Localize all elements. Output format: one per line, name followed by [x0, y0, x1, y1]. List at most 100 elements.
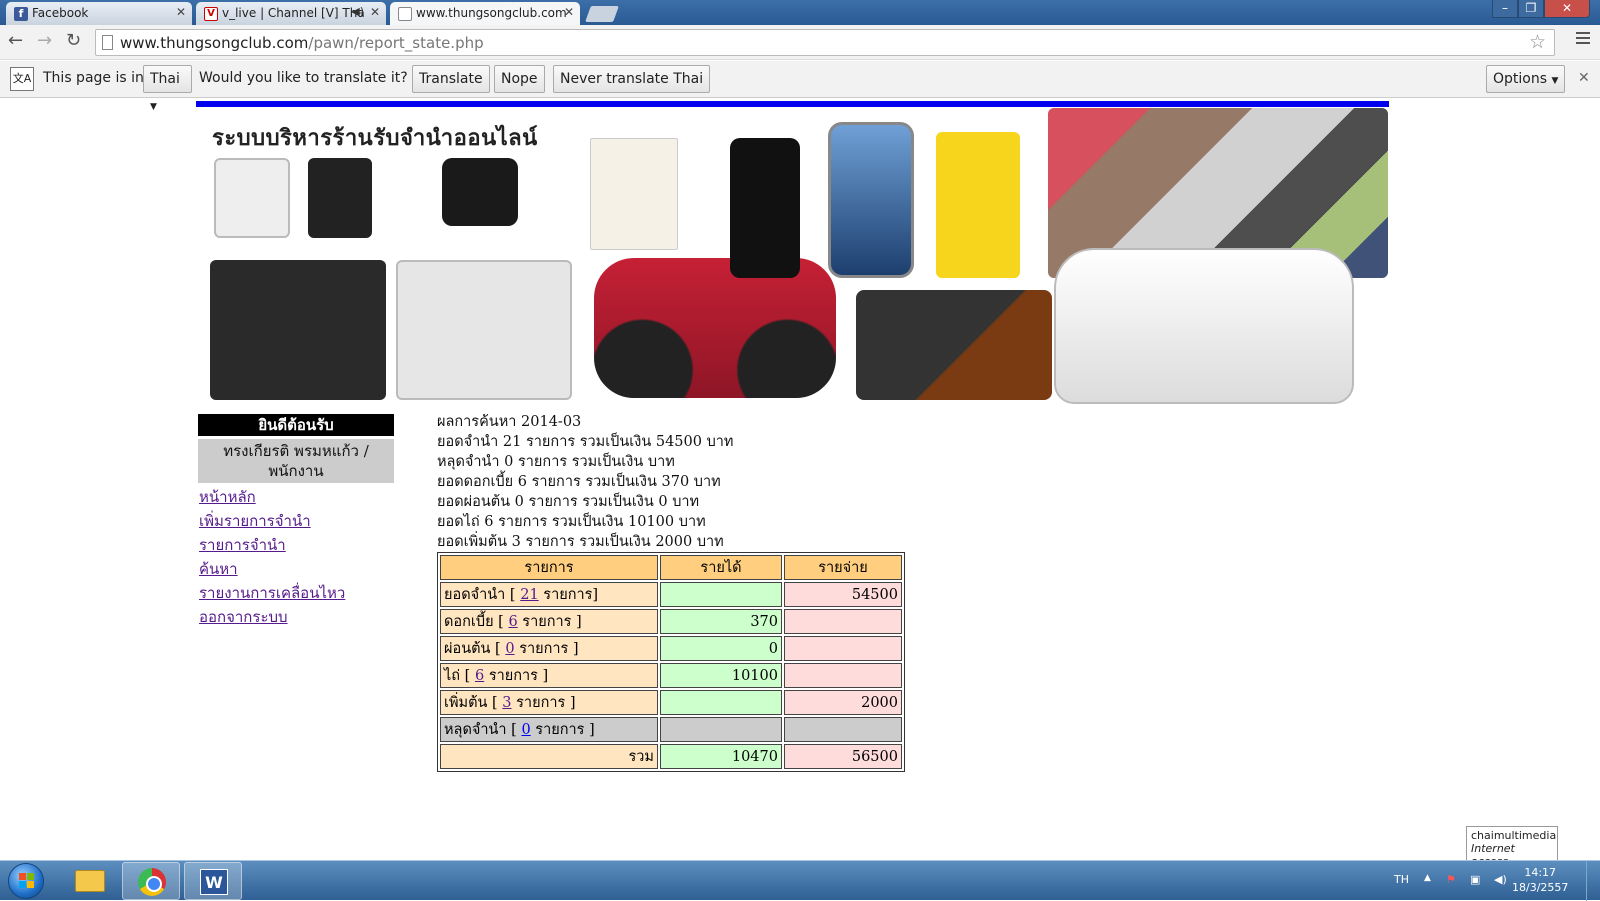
user-info: ทรงเกียรติ พรมหแก้ว / พนักงาน: [198, 439, 394, 483]
expense-cell: [784, 717, 902, 742]
row-label-cell: ไถ่ [ 6 รายการ ]: [440, 663, 658, 688]
count-link[interactable]: 0: [505, 641, 514, 657]
never-translate-button[interactable]: Never translate Thai: [553, 65, 711, 93]
income-cell: [660, 582, 782, 607]
start-button[interactable]: [8, 863, 44, 899]
table-row: ดอกเบี้ย [ 6 รายการ ] 370: [440, 609, 902, 634]
report-summary: ผลการค้นหา 2014-03 ยอดจำนำ 21 รายการ รวม…: [437, 412, 734, 552]
document-image: [590, 138, 678, 250]
translate-button[interactable]: Translate: [412, 65, 490, 93]
nav-search[interactable]: ค้นหา: [198, 559, 394, 579]
options-button[interactable]: Options ▼: [1486, 65, 1566, 93]
count-link[interactable]: 6: [475, 668, 484, 684]
taskbar-word[interactable]: W: [184, 862, 242, 900]
table-row: ผ่อนต้น [ 0 รายการ ] 0: [440, 636, 902, 661]
expense-cell: [784, 609, 902, 634]
address-bar[interactable]: www.thungsongclub.com/pawn/report_state.…: [95, 29, 1555, 56]
row-label-cell: ผ่อนต้น [ 0 รายการ ]: [440, 636, 658, 661]
nope-button[interactable]: Nope: [494, 65, 545, 93]
translate-icon: 文A: [10, 67, 34, 91]
nav-home[interactable]: หน้าหลัก: [198, 487, 394, 507]
sidebar: ยินดีต้อนรับ ทรงเกียรติ พรมหแก้ว / พนักง…: [198, 414, 394, 627]
nav-movement-report[interactable]: รายงานการเคลื่อนไหว: [198, 583, 394, 603]
table-header-row: รายการ รายได้ รายจ่าย: [440, 555, 902, 580]
chrome-menu-icon[interactable]: [1576, 32, 1590, 47]
clock-date: 18/3/2557: [1512, 881, 1569, 894]
windows-explorer-icon: [75, 870, 105, 892]
translate-prefix: This page is in: [43, 70, 144, 86]
language-indicator[interactable]: TH: [1394, 873, 1409, 886]
tab-channel-v[interactable]: V v_live | Channel [V] Tha ◀) ✕: [196, 2, 386, 25]
options-label: Options: [1493, 71, 1548, 87]
column-header-item: รายการ: [440, 555, 658, 580]
table-row: ยอดจำนำ [ 21 รายการ] 54500: [440, 582, 902, 607]
iphone5-image: [730, 138, 800, 278]
column-header-expense: รายจ่าย: [784, 555, 902, 580]
close-window-button[interactable]: ✕: [1544, 0, 1590, 18]
total-income: 10470: [660, 744, 782, 769]
count-link[interactable]: 6: [508, 614, 517, 630]
translate-infobar: 文A This page is in Thai ▼ Would you like…: [0, 61, 1600, 112]
facebook-icon: f: [14, 7, 28, 21]
nav-pawn-list[interactable]: รายการจำนำ: [198, 535, 394, 555]
reload-icon[interactable]: ↻: [66, 30, 81, 51]
expense-cell: 2000: [784, 690, 902, 715]
row-unit: รายการ ]: [535, 722, 595, 738]
income-cell: [660, 717, 782, 742]
back-arrow-icon[interactable]: ←: [8, 30, 23, 51]
taskbar-chrome[interactable]: [122, 862, 180, 900]
taskbar-explorer[interactable]: [60, 862, 118, 900]
tab-facebook[interactable]: f Facebook ✕: [6, 2, 192, 25]
lumia-phone-image: [936, 132, 1020, 278]
count-link[interactable]: 21: [520, 587, 538, 603]
url-host: www.thungsongclub.com: [120, 34, 309, 52]
row-label: ไถ่: [444, 668, 461, 684]
maximize-button[interactable]: ❐: [1518, 0, 1544, 18]
clock[interactable]: 14:17 18/3/2557: [1512, 865, 1568, 895]
show-hidden-icons-icon[interactable]: ▲: [1424, 873, 1431, 883]
count-link[interactable]: 0: [521, 722, 530, 738]
row-label-cell: เพิ่มต้น [ 3 รายการ ]: [440, 690, 658, 715]
network-icon[interactable]: ▣: [1470, 873, 1480, 886]
row-label: ยอดจำนำ: [444, 587, 506, 603]
language-select[interactable]: Thai ▼: [143, 65, 192, 112]
banner-title: ระบบบริหารร้านรับจำนำออนไลน์: [212, 126, 538, 151]
summary-line: ยอดเพิ่มต้น 3 รายการ รวมเป็นเงิน 2000 บา…: [437, 534, 724, 550]
close-infobar-icon[interactable]: ✕: [1578, 70, 1590, 86]
tab-title: Facebook: [32, 6, 89, 20]
minimize-button[interactable]: –: [1492, 0, 1518, 18]
summary-line: ยอดไถ่ 6 รายการ รวมเป็นเงิน 10100 บาท: [437, 514, 706, 530]
show-desktop-button[interactable]: [1586, 861, 1600, 901]
action-center-flag-icon[interactable]: ⚑: [1446, 873, 1456, 886]
language-value: Thai: [150, 71, 180, 87]
income-cell: 10100: [660, 663, 782, 688]
page-icon: [102, 35, 113, 50]
new-tab-button[interactable]: [585, 6, 619, 22]
expense-cell: 54500: [784, 582, 902, 607]
income-cell: [660, 690, 782, 715]
translate-question: Would you like to translate it?: [199, 70, 408, 86]
forward-arrow-icon[interactable]: →: [37, 30, 52, 51]
summary-line: หลุดจำนำ 0 รายการ รวมเป็นเงิน บาท: [437, 454, 675, 470]
nav-add-pawn[interactable]: เพิ่มรายการจำนำ: [198, 511, 394, 531]
ipad-white-image: [396, 260, 572, 400]
row-label: ผ่อนต้น: [444, 641, 491, 657]
row-label: ดอกเบี้ย: [444, 614, 494, 630]
close-tab-icon[interactable]: ✕: [370, 5, 380, 19]
search-result-heading: ผลการค้นหา 2014-03: [437, 414, 582, 430]
bookmark-star-icon[interactable]: ☆: [1529, 31, 1546, 53]
income-cell: 370: [660, 609, 782, 634]
row-unit: รายการ]: [543, 587, 599, 603]
close-tab-icon[interactable]: ✕: [176, 5, 186, 19]
taskbar: W TH ▲ ⚑ ▣ ◀) 14:17 18/3/2557: [0, 860, 1600, 901]
tab-thungsongclub[interactable]: www.thungsongclub.com ✕: [390, 2, 580, 25]
browser-tab-strip: f Facebook ✕ V v_live | Channel [V] Tha …: [0, 0, 1600, 25]
expense-cell: [784, 663, 902, 688]
close-tab-icon[interactable]: ✕: [564, 5, 574, 19]
row-label: หลุดจำนำ: [444, 722, 507, 738]
row-unit: รายการ ]: [519, 641, 579, 657]
nav-logout[interactable]: ออกจากระบบ: [198, 607, 394, 627]
header-banner: ระบบบริหารร้านรับจำนำออนไลน์: [196, 108, 1389, 408]
count-link[interactable]: 3: [502, 695, 511, 711]
volume-icon[interactable]: ◀): [1494, 873, 1507, 886]
